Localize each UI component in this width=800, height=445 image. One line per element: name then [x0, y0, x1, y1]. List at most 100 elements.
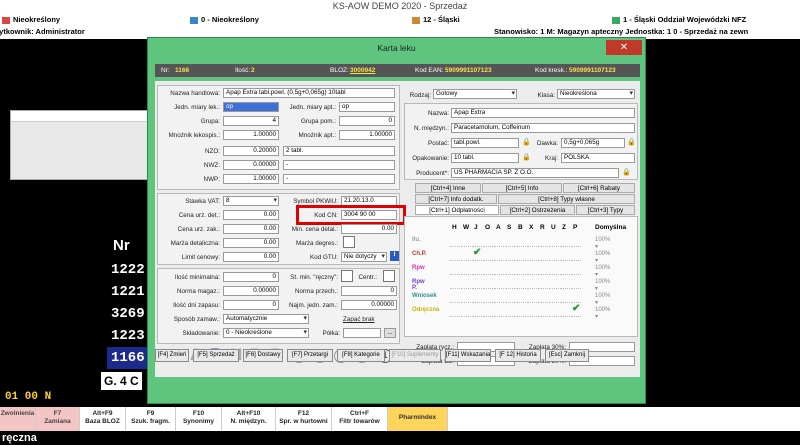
grid-cell[interactable] — [538, 237, 548, 247]
grupa-field[interactable]: 4 — [223, 116, 279, 126]
grid-cell[interactable] — [472, 279, 482, 289]
cena-det-field[interactable]: 0.00 — [223, 210, 279, 220]
fkey-spr-hurtowni[interactable]: F12 Spr. w hurtowni — [276, 407, 332, 431]
dialog-button-1[interactable]: [F5] Sprzedaż — [193, 349, 239, 362]
ilosc-min-field[interactable]: 0 — [223, 272, 279, 282]
grid-cell[interactable] — [494, 265, 504, 275]
grid-cell[interactable] — [549, 279, 559, 289]
norma-prz-field[interactable]: 0 — [341, 286, 397, 296]
grid-cell[interactable] — [516, 307, 526, 317]
bloz-link[interactable]: 3000942 — [350, 64, 375, 77]
nazwa-handlowa-field[interactable]: Apap Extra tabl.powl. (0,5g+0,065g) 10ta… — [223, 88, 395, 98]
grid-cell[interactable] — [450, 307, 460, 317]
dialog-button-6[interactable]: [F11] Wskazania — [445, 349, 491, 362]
marza-det-field[interactable]: 0.00 — [223, 238, 279, 248]
grid-cell[interactable] — [483, 279, 493, 289]
dawka-field[interactable]: 0,5g+0,065g — [561, 138, 625, 148]
grid-cell[interactable] — [560, 251, 570, 261]
list-item[interactable]: 1223 — [107, 325, 149, 347]
grid-cell[interactable] — [560, 293, 570, 303]
grid-cell[interactable] — [472, 307, 482, 317]
grid-cell[interactable] — [560, 237, 570, 247]
grid-cell[interactable] — [472, 265, 482, 275]
limit-field[interactable]: 0.00 — [223, 252, 279, 262]
grid-cell[interactable] — [505, 293, 515, 303]
grid-cell[interactable] — [549, 307, 559, 317]
grid-cell[interactable] — [560, 265, 570, 275]
klasa-select[interactable]: Nieokreślona — [557, 89, 635, 99]
grid-cell[interactable] — [527, 265, 537, 275]
grid-cell[interactable] — [472, 237, 482, 247]
grid-cell[interactable] — [571, 237, 581, 247]
jedn-miary-apt-field[interactable]: op — [339, 102, 395, 112]
tab-info-dodatk[interactable]: [Ctrl+7] Info dodatk. — [415, 194, 497, 204]
tab-odplatnosci[interactable]: [Ctrl+1] Odpłatności — [415, 205, 499, 215]
lock-icon[interactable]: 🔒 — [522, 138, 531, 147]
cena-zak-field[interactable]: 0.00 — [223, 224, 279, 234]
nwz-field[interactable]: 0.00000 — [223, 160, 279, 170]
dialog-button-2[interactable]: [F6] Dostawy — [243, 349, 283, 362]
grid-cell[interactable] — [505, 279, 515, 289]
skladowanie-select[interactable]: 0 - Nieokreślone — [223, 328, 309, 338]
norma-mag-field[interactable]: 0.00000 — [223, 286, 279, 296]
nzo-field[interactable]: 0.20000 — [223, 146, 279, 156]
grid-cell[interactable] — [549, 265, 559, 275]
opakowanie-field[interactable]: 10 tabl. — [451, 153, 519, 163]
zapasc-link[interactable]: Zapać brak — [343, 316, 375, 323]
domyslna-value[interactable]: 100% ▾ — [595, 237, 610, 250]
n-miedzyn-field[interactable]: Paracetamolum, Coffeinum — [451, 123, 635, 133]
dialog-titlebar[interactable]: Karta leku ✕ — [148, 38, 645, 58]
grid-cell[interactable] — [560, 307, 570, 317]
grid-cell[interactable] — [527, 237, 537, 247]
lock-icon[interactable]: 🔒 — [522, 153, 531, 162]
mnoznik-apt-field[interactable]: 1.00000 — [339, 130, 395, 140]
grid-cell[interactable] — [538, 293, 548, 303]
grid-cell[interactable] — [538, 251, 548, 261]
polka-picker-button[interactable]: ... — [384, 328, 396, 338]
tab-info[interactable]: [Ctrl+5] Info — [482, 183, 562, 193]
fkey-szuk-fragm[interactable]: F9 Szuk. fragm. — [126, 407, 176, 431]
grid-cell[interactable] — [571, 279, 581, 289]
lock-icon[interactable]: 🔒 — [627, 138, 636, 147]
grid-cell[interactable] — [483, 265, 493, 275]
grid-cell[interactable] — [516, 237, 526, 247]
tab-ostrzezenia[interactable]: [Ctrl+2] Ostrzeżenia — [500, 205, 575, 215]
grid-cell[interactable] — [494, 279, 504, 289]
postac-field[interactable]: tabl.powl. — [451, 138, 519, 148]
grid-cell[interactable] — [505, 237, 515, 247]
grid-cell[interactable] — [494, 251, 504, 261]
list-item[interactable]: 1222 — [107, 259, 149, 281]
kraj-field[interactable]: POLSKA — [561, 153, 635, 163]
grid-cell[interactable] — [505, 251, 515, 261]
grid-cell[interactable] — [472, 293, 482, 303]
domyslna-value[interactable]: 100% ▾ — [595, 307, 610, 320]
list-item-selected[interactable]: 1166 — [107, 347, 149, 369]
min-cena-field[interactable]: 0.00 — [341, 224, 397, 234]
nwz-text-field[interactable]: - — [283, 160, 395, 170]
grid-cell[interactable] — [461, 265, 471, 275]
tab-typy-wlasne[interactable]: [Ctrl+8] Typy własne — [498, 194, 635, 204]
fkey-pharmindex[interactable]: Pharmindex — [388, 407, 448, 431]
ilosc-zapasu-field[interactable]: 0 — [223, 300, 279, 310]
dialog-button-0[interactable]: [F4] Zmień — [155, 349, 189, 362]
grid-cell[interactable] — [549, 237, 559, 247]
jedn-miary-field[interactable]: op — [223, 102, 279, 112]
dialog-button-8[interactable]: [Esc] Zamknij — [545, 349, 589, 362]
grid-cell[interactable] — [560, 279, 570, 289]
tab-inne[interactable]: [Ctrl+4] Inne — [415, 183, 481, 193]
sposob-select[interactable]: Automatycznie — [223, 314, 309, 324]
fkey-synonimy[interactable]: F10 Synonimy — [176, 407, 222, 431]
grid-cell[interactable] — [571, 293, 581, 303]
najm-jedn-field[interactable]: 0.00000 — [341, 300, 397, 310]
grid-cell[interactable] — [571, 251, 581, 261]
dialog-button-3[interactable]: [F7] Przetargi — [287, 349, 333, 362]
grid-cell[interactable] — [461, 237, 471, 247]
grid-cell[interactable] — [461, 293, 471, 303]
grid-cell[interactable] — [483, 237, 493, 247]
producent-field[interactable]: US PHARMACIA SP. Z O.O. — [451, 168, 619, 178]
grid-cell[interactable] — [450, 251, 460, 261]
grid-cell[interactable] — [527, 251, 537, 261]
stawka-vat-select[interactable]: 8 — [223, 196, 279, 206]
dialog-button-7[interactable]: [F 12] Historia — [495, 349, 541, 362]
nwp-text-field[interactable]: - — [283, 174, 395, 184]
